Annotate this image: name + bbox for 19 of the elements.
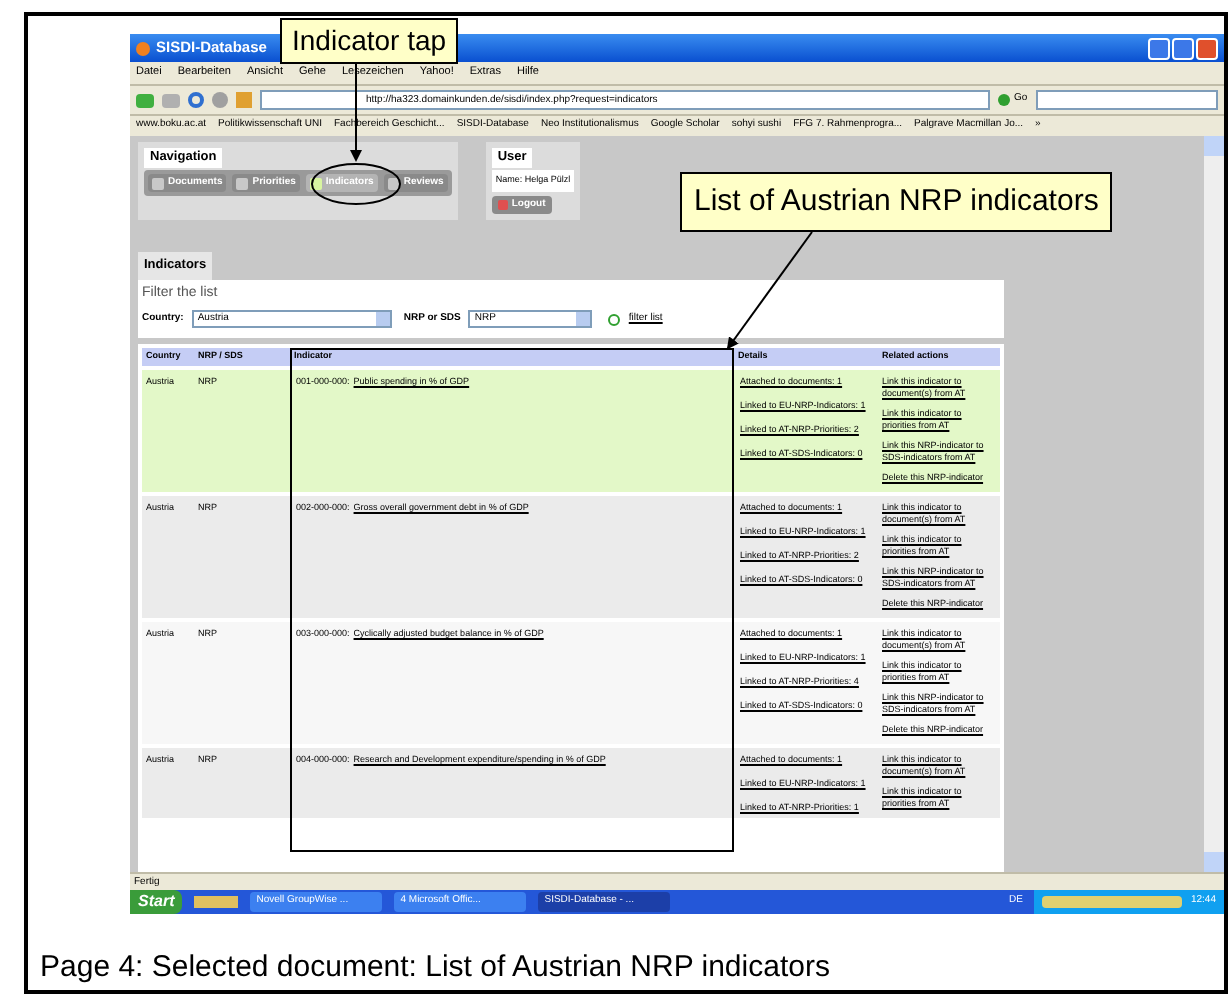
go-icon bbox=[998, 94, 1010, 106]
table-row[interactable] bbox=[142, 496, 1000, 619]
table-row[interactable] bbox=[142, 370, 1000, 493]
callout-box: List of Austrian NRP indicators bbox=[680, 172, 1113, 232]
callout-box: Indicator tap bbox=[280, 18, 459, 64]
search-field[interactable] bbox=[1035, 90, 1218, 110]
arrow bbox=[726, 231, 813, 350]
slide-caption: Page 4: Selected document: List of Austrian NRP indicators bbox=[40, 947, 832, 987]
logout-icon bbox=[497, 199, 508, 210]
maximize-icon[interactable] bbox=[1172, 37, 1194, 59]
search-icon bbox=[608, 313, 621, 326]
highlight-ellipse bbox=[311, 163, 401, 205]
start-button[interactable]: Start bbox=[130, 889, 183, 913]
minimize-icon[interactable] bbox=[1148, 37, 1170, 59]
dropdown-icon bbox=[576, 312, 591, 327]
table-row[interactable] bbox=[142, 748, 1000, 819]
table-row[interactable] bbox=[142, 622, 1000, 745]
dropdown-icon bbox=[375, 312, 390, 327]
close-icon[interactable] bbox=[1196, 37, 1218, 59]
